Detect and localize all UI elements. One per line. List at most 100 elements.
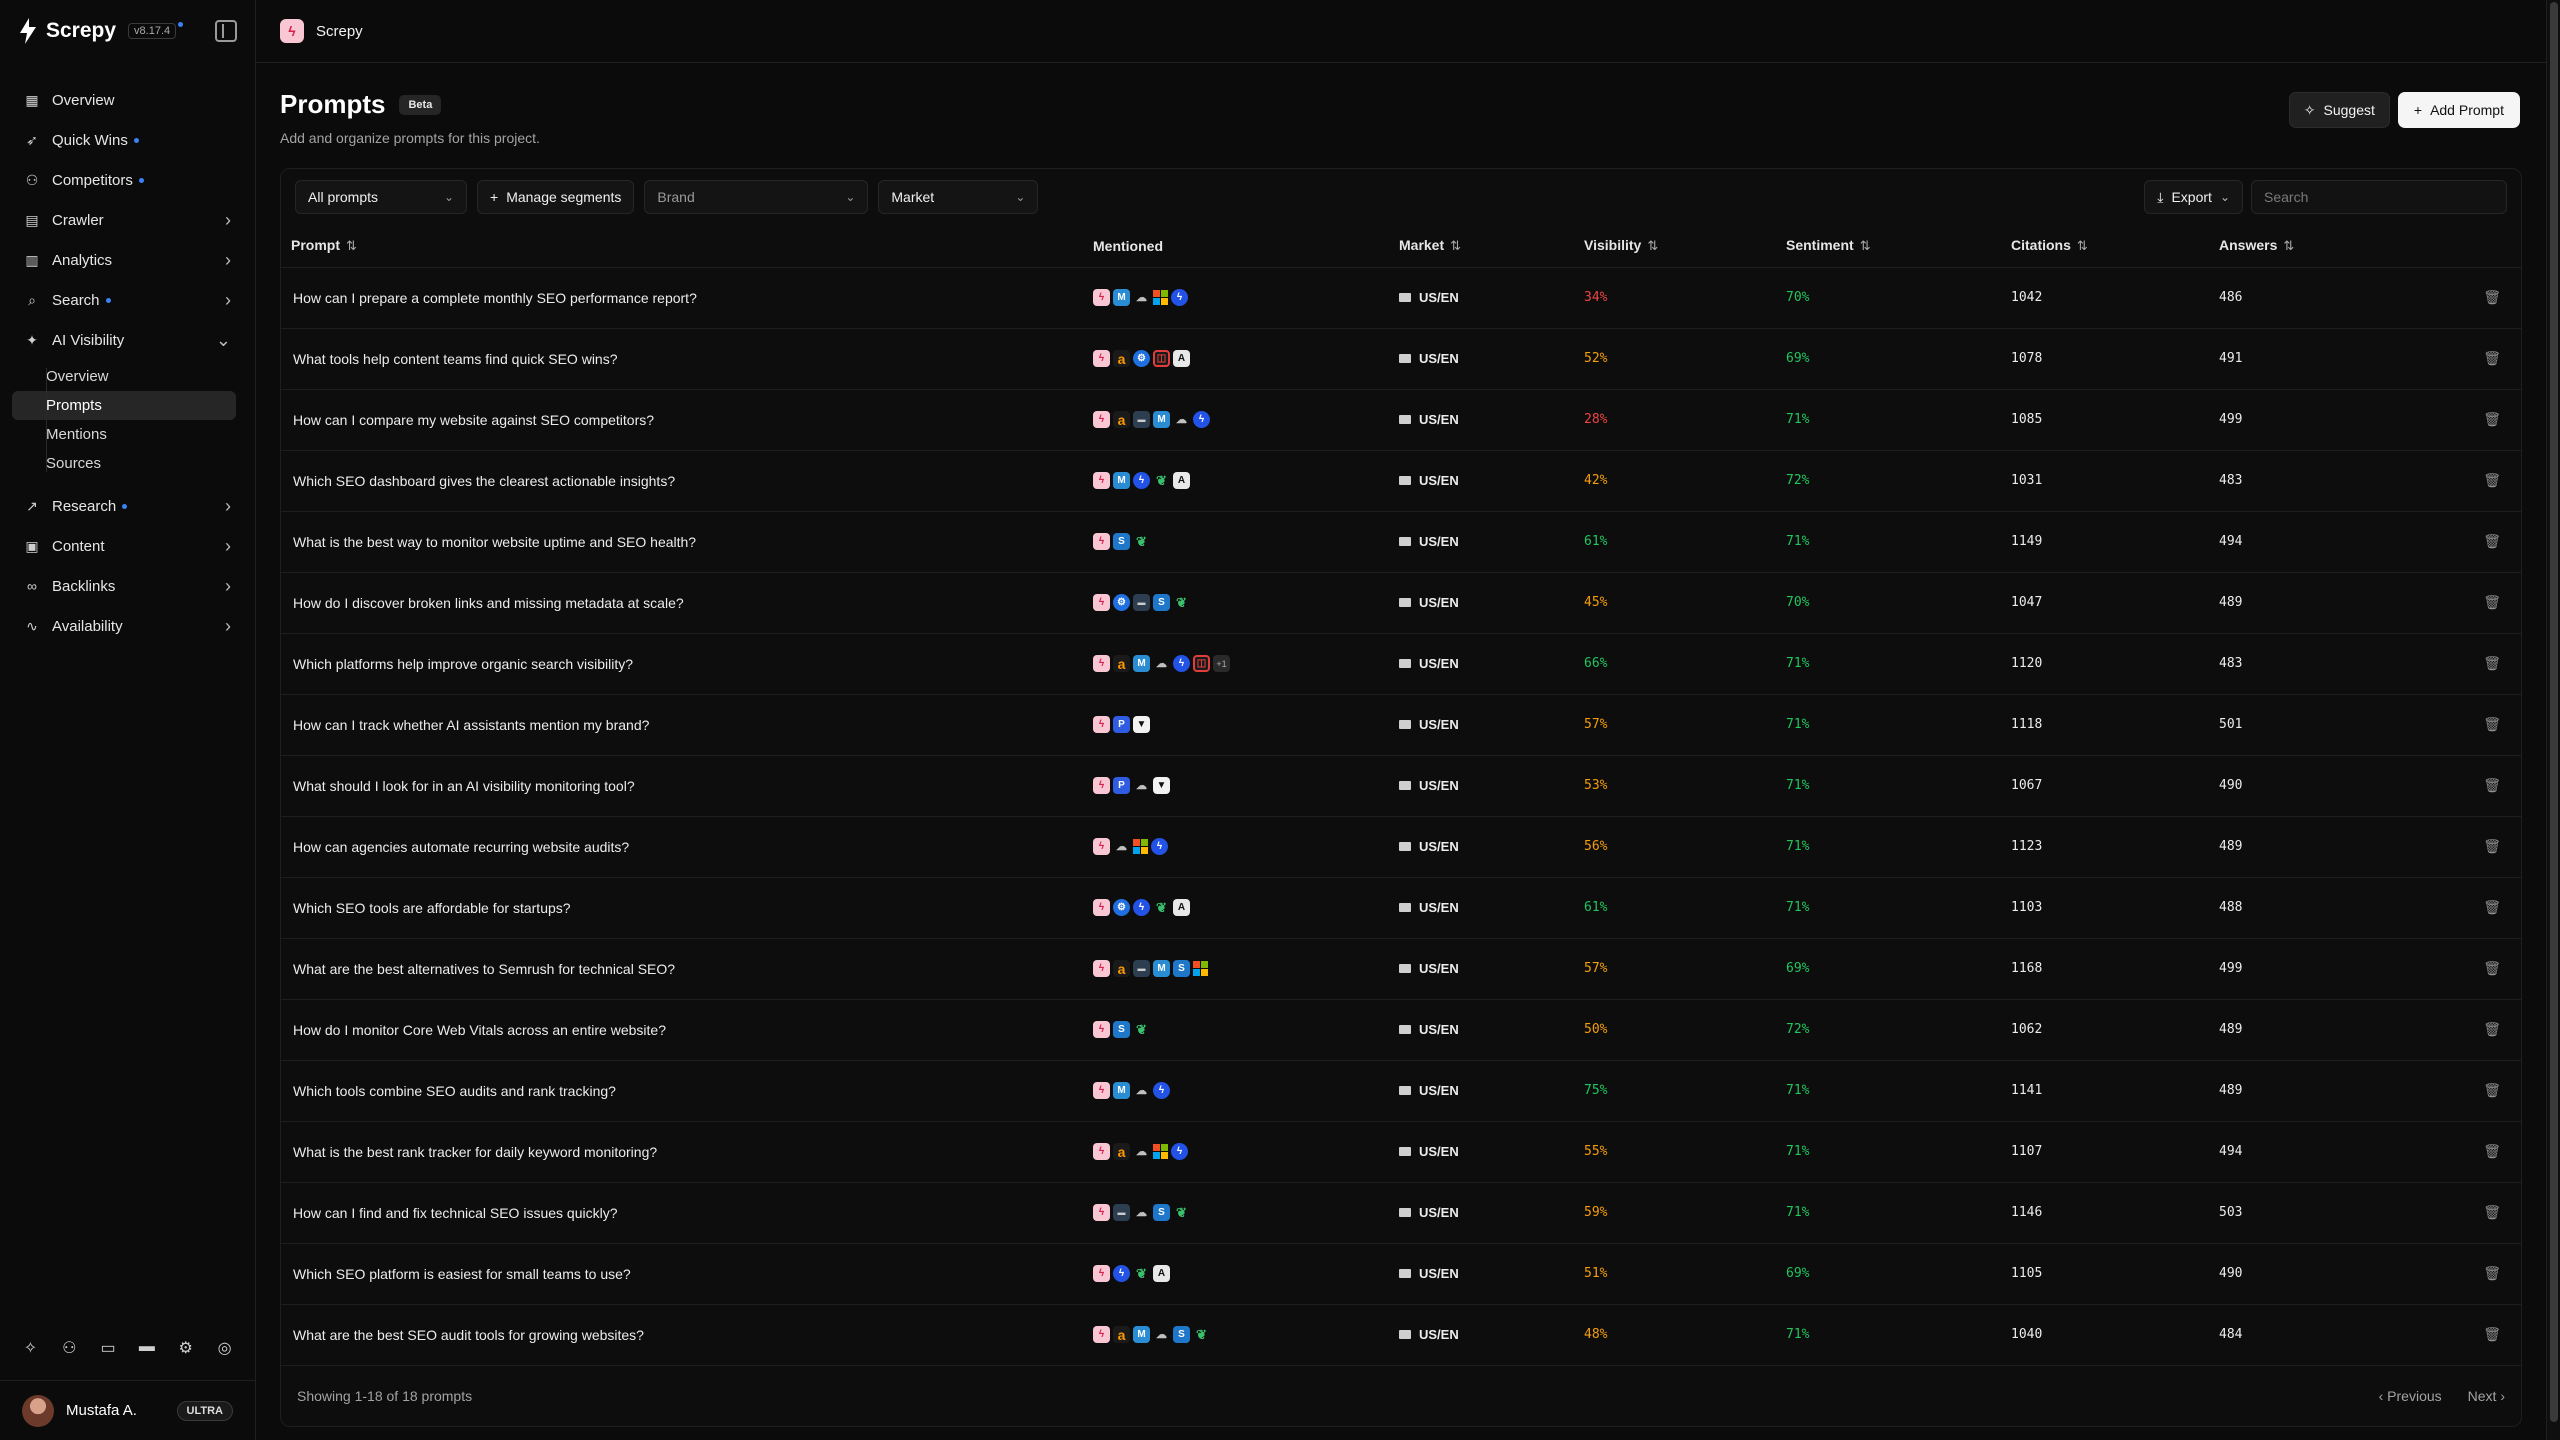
header-citations[interactable]: Citations ⇅ [2001, 225, 2209, 268]
sidebar-item-research[interactable]: ↗ Research › [14, 488, 241, 524]
sort-icon[interactable]: ⇅ [2283, 238, 2294, 253]
table-row[interactable]: How can I find and fix technical SEO iss… [281, 1182, 2521, 1243]
prompt-cell[interactable]: How can I find and fix technical SEO iss… [281, 1182, 1083, 1243]
sort-icon[interactable]: ⇅ [2077, 238, 2088, 253]
delete-icon[interactable]: 🗑 [2429, 1243, 2521, 1304]
prompt-cell[interactable]: How do I monitor Core Web Vitals across … [281, 999, 1083, 1060]
table-row[interactable]: How can agencies automate recurring webs… [281, 816, 2521, 877]
prompt-cell[interactable]: How can I prepare a complete monthly SEO… [281, 267, 1083, 328]
table-row[interactable]: How can I track whether AI assistants me… [281, 694, 2521, 755]
sort-icon[interactable]: ⇅ [1647, 238, 1658, 253]
prompt-cell[interactable]: What are the best SEO audit tools for gr… [281, 1304, 1083, 1365]
user-profile[interactable]: Mustafa A. ULTRA [0, 1380, 255, 1440]
sort-icon[interactable]: ⇅ [1860, 238, 1871, 253]
table-row[interactable]: What is the best rank tracker for daily … [281, 1121, 2521, 1182]
table-row[interactable]: Which SEO tools are affordable for start… [281, 877, 2521, 938]
header-visibility[interactable]: Visibility ⇅ [1574, 225, 1776, 268]
prompt-cell[interactable]: What is the best way to monitor website … [281, 511, 1083, 572]
header-prompt[interactable]: Prompt ⇅ [281, 225, 1083, 268]
table-row[interactable]: Which tools combine SEO audits and rank … [281, 1060, 2521, 1121]
delete-icon[interactable]: 🗑 [2429, 877, 2521, 938]
team-icon[interactable]: ⚇ [61, 1338, 78, 1358]
table-row[interactable]: What are the best SEO audit tools for gr… [281, 1304, 2521, 1365]
prompt-cell[interactable]: How can agencies automate recurring webs… [281, 816, 1083, 877]
delete-icon[interactable]: 🗑 [2429, 755, 2521, 816]
prompt-cell[interactable]: Which SEO platform is easiest for small … [281, 1243, 1083, 1304]
table-row[interactable]: What should I look for in an AI visibili… [281, 755, 2521, 816]
chat-icon[interactable]: ▭ [100, 1338, 117, 1358]
delete-icon[interactable]: 🗑 [2429, 633, 2521, 694]
sidebar-item-content[interactable]: ▣ Content › [14, 528, 241, 564]
lightbulb-icon[interactable]: ✧ [22, 1338, 39, 1358]
prompt-cell[interactable]: Which tools combine SEO audits and rank … [281, 1060, 1083, 1121]
delete-icon[interactable]: 🗑 [2429, 450, 2521, 511]
sidebar-item-overview[interactable]: ▦ Overview [14, 82, 241, 118]
project-name[interactable]: Screpy [316, 23, 363, 40]
delete-icon[interactable]: 🗑 [2429, 389, 2521, 450]
suggest-button[interactable]: ✧ Suggest [2288, 92, 2390, 128]
delete-icon[interactable]: 🗑 [2429, 694, 2521, 755]
header-market[interactable]: Market ⇅ [1389, 225, 1574, 268]
market-select[interactable]: Market ⌄ [878, 180, 1039, 214]
add-prompt-button[interactable]: + Add Prompt [2397, 92, 2520, 128]
table-row[interactable]: How can I compare my website against SEO… [281, 389, 2521, 450]
prompt-cell[interactable]: How can I compare my website against SEO… [281, 389, 1083, 450]
table-row[interactable]: How can I prepare a complete monthly SEO… [281, 267, 2521, 328]
table-row[interactable]: Which platforms help improve organic sea… [281, 633, 2521, 694]
prompt-cell[interactable]: What is the best rank tracker for daily … [281, 1121, 1083, 1182]
delete-icon[interactable]: 🗑 [2429, 1182, 2521, 1243]
prompt-cell[interactable]: How do I discover broken links and missi… [281, 572, 1083, 633]
delete-icon[interactable]: 🗑 [2429, 328, 2521, 389]
next-button[interactable]: Next › [2468, 1388, 2505, 1404]
settings-icon[interactable]: ⚙ [177, 1338, 194, 1358]
prompt-cell[interactable]: How can I track whether AI assistants me… [281, 694, 1083, 755]
prompt-cell[interactable]: What tools help content teams find quick… [281, 328, 1083, 389]
sidebar-item-search[interactable]: ⌕ Search › [14, 282, 241, 318]
delete-icon[interactable]: 🗑 [2429, 999, 2521, 1060]
table-row[interactable]: How do I monitor Core Web Vitals across … [281, 999, 2521, 1060]
sidebar-item-analytics[interactable]: ▥ Analytics › [14, 242, 241, 278]
table-row[interactable]: How do I discover broken links and missi… [281, 572, 2521, 633]
prompt-cell[interactable]: Which SEO tools are affordable for start… [281, 877, 1083, 938]
table-row[interactable]: What is the best way to monitor website … [281, 511, 2521, 572]
prompt-cell[interactable]: What should I look for in an AI visibili… [281, 755, 1083, 816]
delete-icon[interactable]: 🗑 [2429, 1060, 2521, 1121]
subnav-item-mentions[interactable]: Mentions [30, 420, 241, 449]
subnav-item-prompts[interactable]: Prompts [12, 391, 236, 420]
table-row[interactable]: What tools help content teams find quick… [281, 328, 2521, 389]
manage-segments-button[interactable]: + Manage segments [477, 180, 635, 214]
table-row[interactable]: Which SEO platform is easiest for small … [281, 1243, 2521, 1304]
scrollbar-thumb[interactable] [2550, 2, 2558, 1422]
help-icon[interactable]: ◎ [216, 1338, 233, 1358]
header-sentiment[interactable]: Sentiment ⇅ [1776, 225, 2001, 268]
delete-icon[interactable]: 🗑 [2429, 1121, 2521, 1182]
segment-select[interactable]: All prompts ⌄ [295, 180, 467, 214]
sidebar-item-competitors[interactable]: ⚇ Competitors [14, 162, 241, 198]
previous-button[interactable]: ‹ Previous [2379, 1388, 2442, 1404]
delete-icon[interactable]: 🗑 [2429, 572, 2521, 633]
prompt-cell[interactable]: Which platforms help improve organic sea… [281, 633, 1083, 694]
export-button[interactable]: ⤓ Export ⌄ [2144, 180, 2243, 214]
delete-icon[interactable]: 🗑 [2429, 816, 2521, 877]
sidebar-item-ai-visibility[interactable]: ✦ AI Visibility ⌄ [14, 322, 241, 358]
sort-icon[interactable]: ⇅ [346, 238, 357, 253]
header-answers[interactable]: Answers ⇅ [2209, 225, 2429, 268]
subnav-item-sources[interactable]: Sources [30, 449, 241, 478]
delete-icon[interactable]: 🗑 [2429, 267, 2521, 328]
table-row[interactable]: What are the best alternatives to Semrus… [281, 938, 2521, 999]
prompt-cell[interactable]: What are the best alternatives to Semrus… [281, 938, 1083, 999]
sidebar-item-quick-wins[interactable]: ➶ Quick Wins [14, 122, 241, 158]
sort-icon[interactable]: ⇅ [1450, 238, 1461, 253]
collapse-sidebar-icon[interactable] [215, 20, 237, 42]
table-row[interactable]: Which SEO dashboard gives the clearest a… [281, 450, 2521, 511]
sidebar-item-availability[interactable]: ∿ Availability › [14, 608, 241, 644]
delete-icon[interactable]: 🗑 [2429, 511, 2521, 572]
search-input[interactable] [2251, 180, 2507, 214]
sidebar-item-crawler[interactable]: ▤ Crawler › [14, 202, 241, 238]
billing-icon[interactable]: ▬ [138, 1338, 155, 1358]
delete-icon[interactable]: 🗑 [2429, 938, 2521, 999]
page-scrollbar[interactable] [2546, 0, 2560, 1440]
subnav-item-overview[interactable]: Overview [30, 362, 241, 391]
prompt-cell[interactable]: Which SEO dashboard gives the clearest a… [281, 450, 1083, 511]
brand-select[interactable]: Brand ⌄ [644, 180, 869, 214]
